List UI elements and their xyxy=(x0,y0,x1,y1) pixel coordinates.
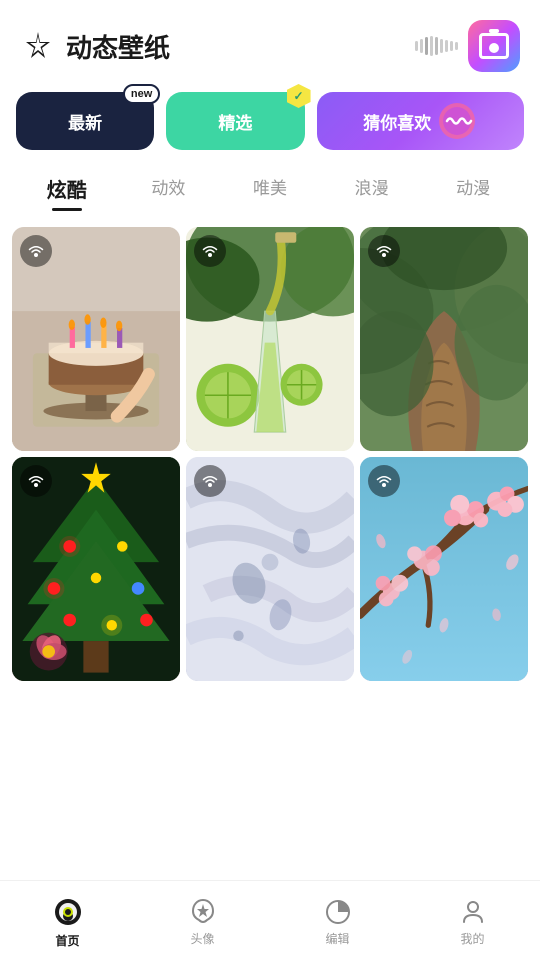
edit-icon xyxy=(324,898,352,926)
wifi-badge-4 xyxy=(20,465,52,497)
page-title: 动态壁纸 xyxy=(66,28,170,65)
grid-item-3[interactable] xyxy=(360,227,528,451)
wifi-badge-5 xyxy=(194,465,226,497)
sub-tab-effect[interactable]: 动效 xyxy=(118,168,220,209)
nav-item-edit[interactable]: 编辑 xyxy=(270,894,405,947)
nav-label-profile: 我的 xyxy=(460,930,484,947)
nav-item-profile[interactable]: 我的 xyxy=(405,894,540,947)
star-icon xyxy=(20,28,56,64)
new-badge: new xyxy=(123,84,160,104)
nav-label-avatar: 头像 xyxy=(190,930,214,947)
nav-label-home: 首页 xyxy=(55,932,79,949)
grid-item-6[interactable] xyxy=(360,457,528,681)
wifi-badge-3 xyxy=(368,235,400,267)
category-tabs: 最新 new 精选 ✓ 猜你喜欢 xyxy=(0,82,540,160)
sub-tab-cool[interactable]: 炫酷 xyxy=(16,168,118,209)
bottom-nav: 首页 头像 编辑 我的 xyxy=(0,880,540,960)
shield-icon: ✓ xyxy=(287,84,311,108)
nav-item-avatar[interactable]: 头像 xyxy=(135,894,270,947)
grid-item-2[interactable] xyxy=(186,227,354,451)
camera-lens-icon xyxy=(489,43,499,53)
wave-icon xyxy=(437,101,477,141)
grid-item-5[interactable] xyxy=(186,457,354,681)
image-grid xyxy=(0,221,540,687)
wifi-badge-1 xyxy=(20,235,52,267)
home-icon xyxy=(52,896,84,928)
avatar-icon xyxy=(189,898,217,926)
header-left: 动态壁纸 xyxy=(20,28,170,65)
nav-label-edit: 编辑 xyxy=(325,930,349,947)
sub-tabs: 炫酷 动效 唯美 浪漫 动漫 xyxy=(0,160,540,221)
camera-button[interactable] xyxy=(468,20,520,72)
sub-tab-anime[interactable]: 动漫 xyxy=(422,168,524,209)
slider-ticks xyxy=(415,36,458,56)
grid-item-4[interactable] xyxy=(12,457,180,681)
header-right xyxy=(415,20,520,72)
tab-featured[interactable]: 精选 ✓ xyxy=(166,92,304,150)
tab-newest[interactable]: 最新 new xyxy=(16,92,154,150)
recommend-label: 猜你喜欢 xyxy=(363,109,431,134)
tab-recommend[interactable]: 猜你喜欢 xyxy=(317,92,524,150)
wifi-badge-2 xyxy=(194,235,226,267)
nav-item-home[interactable]: 首页 xyxy=(0,892,135,949)
sub-tab-beautiful[interactable]: 唯美 xyxy=(219,168,321,209)
newest-label: 最新 xyxy=(68,109,102,134)
profile-icon xyxy=(459,898,487,926)
featured-label: 精选 xyxy=(218,109,252,134)
header: 动态壁纸 xyxy=(0,0,540,82)
sub-tab-romance[interactable]: 浪漫 xyxy=(321,168,423,209)
wifi-badge-6 xyxy=(368,465,400,497)
grid-item-1[interactable] xyxy=(12,227,180,451)
